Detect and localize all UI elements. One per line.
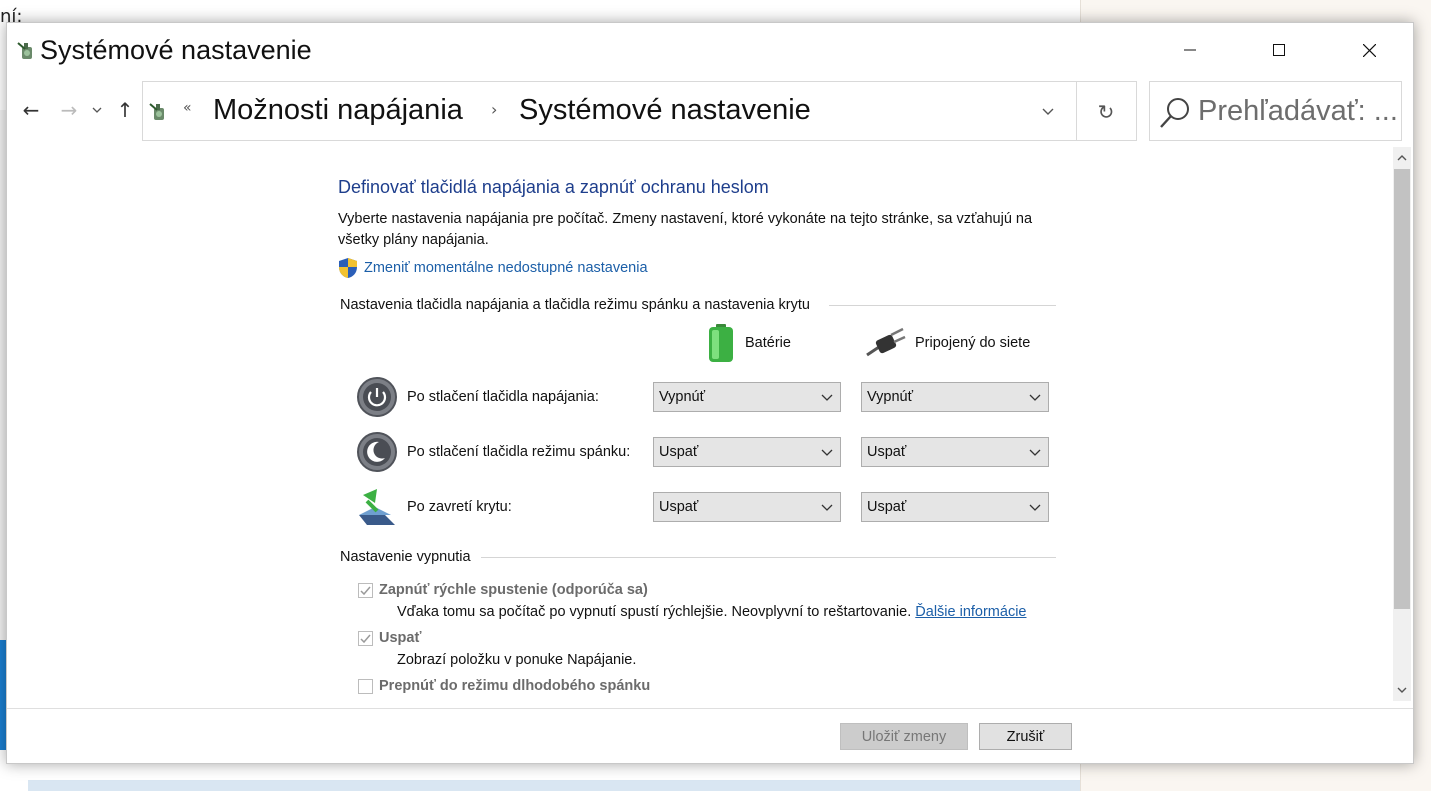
sleep-checkbox[interactable] bbox=[358, 630, 373, 646]
fast-startup-description: Vďaka tomu sa počítač po vypnutí spustí … bbox=[397, 604, 1027, 620]
power-button-battery-select[interactable]: Vypnúť bbox=[653, 382, 841, 412]
hibernate-option[interactable]: Prepnúť do režimu dlhodobého spánku bbox=[358, 678, 650, 694]
fast-startup-label: Zapnúť rýchle spustenie (odporúča sa) bbox=[379, 582, 648, 598]
sleep-button-label: Po stlačení tlačidla režimu spánku: bbox=[407, 444, 631, 460]
up-button[interactable]: ↑ bbox=[111, 95, 139, 125]
power-plug-icon bbox=[866, 327, 906, 357]
shutdown-group-title: Nastavenie vypnutia bbox=[340, 549, 471, 565]
recent-locations-button[interactable] bbox=[87, 95, 107, 125]
chevron-down-icon bbox=[1029, 504, 1041, 511]
save-changes-button[interactable]: Uložiť zmeny bbox=[840, 723, 968, 750]
search-input[interactable] bbox=[1198, 92, 1398, 130]
chevron-down-icon bbox=[1029, 449, 1041, 456]
sleep-option-label: Uspať bbox=[379, 630, 422, 646]
select-value: Uspať bbox=[659, 444, 699, 460]
battery-column-label: Batérie bbox=[745, 335, 791, 351]
chevron-down-icon bbox=[92, 107, 102, 113]
chevron-down-icon bbox=[821, 504, 833, 511]
plugged-column-label: Pripojený do siete bbox=[915, 335, 1031, 351]
navigation-bar: ← → ↑ « Možnosti napájania › Systémové n… bbox=[7, 79, 1413, 143]
battery-column-header: Batérie bbox=[705, 323, 791, 363]
change-unavailable-settings-link[interactable]: Zmeniť momentálne nedostupné nastavenia bbox=[338, 257, 648, 279]
hibernate-option-label: Prepnúť do režimu dlhodobého spánku bbox=[379, 678, 651, 694]
select-value: Vypnúť bbox=[659, 389, 706, 405]
power-options-icon bbox=[149, 103, 164, 120]
lid-close-battery-select[interactable]: Uspať bbox=[653, 492, 841, 522]
chevron-down-icon bbox=[821, 394, 833, 401]
power-button-row: Po stlačení tlačidla napájania: bbox=[355, 375, 599, 419]
minimize-button[interactable] bbox=[1167, 31, 1213, 69]
laptop-lid-icon bbox=[359, 489, 395, 525]
page-description: Vyberte nastavenia napájania pre počítač… bbox=[338, 211, 1033, 248]
breadcrumb-overflow[interactable]: « bbox=[183, 100, 192, 116]
close-icon bbox=[1362, 43, 1376, 57]
forward-button[interactable]: → bbox=[55, 95, 83, 125]
breadcrumb-separator[interactable]: › bbox=[491, 100, 497, 119]
more-info-link[interactable]: Ďalšie informácie bbox=[915, 604, 1026, 620]
address-bar[interactable]: « Možnosti napájania › Systémové nastave… bbox=[142, 81, 1137, 141]
cancel-button[interactable]: Zrušiť bbox=[979, 723, 1072, 750]
lid-close-label: Po zavretí krytu: bbox=[407, 499, 512, 515]
select-value: Uspať bbox=[867, 499, 907, 515]
scrollbar-thumb[interactable] bbox=[1394, 169, 1410, 609]
address-divider bbox=[1076, 82, 1077, 140]
checkmark-icon bbox=[360, 586, 371, 595]
close-button[interactable] bbox=[1346, 31, 1392, 69]
hibernate-checkbox[interactable] bbox=[358, 678, 373, 694]
sleep-button-battery-select[interactable]: Uspať bbox=[653, 437, 841, 467]
minimize-icon bbox=[1184, 49, 1196, 51]
chevron-up-icon bbox=[1397, 155, 1407, 161]
background-bottom-strip bbox=[28, 780, 1080, 791]
sleep-option-description: Zobrazí položku v ponuke Napájanie. bbox=[397, 652, 637, 668]
group-divider bbox=[829, 305, 1056, 306]
address-history-dropdown[interactable] bbox=[1033, 100, 1063, 124]
scroll-down-button[interactable] bbox=[1393, 679, 1411, 701]
chevron-down-icon bbox=[1042, 108, 1054, 115]
lid-close-plugged-select[interactable]: Uspať bbox=[861, 492, 1049, 522]
breadcrumb-power-options[interactable]: Možnosti napájania bbox=[213, 94, 463, 127]
uac-shield-icon bbox=[339, 258, 357, 278]
breadcrumb-system-settings[interactable]: Systémové nastavenie bbox=[519, 94, 811, 127]
select-value: Vypnúť bbox=[867, 389, 914, 405]
scroll-up-button[interactable] bbox=[1393, 147, 1411, 169]
fast-startup-checkbox[interactable] bbox=[358, 582, 373, 598]
settings-content: Definovať tlačidlá napájania a zapnúť oc… bbox=[7, 147, 1393, 703]
lid-close-row: Po zavretí krytu: bbox=[355, 485, 512, 529]
maximize-icon bbox=[1273, 44, 1285, 56]
checkmark-icon bbox=[360, 634, 371, 643]
buttons-group-title: Nastavenia tlačidla napájania a tlačidla… bbox=[340, 297, 810, 313]
maximize-button[interactable] bbox=[1256, 31, 1302, 69]
select-value: Uspať bbox=[867, 444, 907, 460]
back-button[interactable]: ← bbox=[17, 95, 45, 125]
chevron-down-icon bbox=[1397, 687, 1407, 693]
search-icon bbox=[1160, 98, 1189, 128]
title-bar: Systémové nastavenie bbox=[7, 23, 1413, 79]
power-button-icon bbox=[357, 377, 397, 417]
system-settings-window: Systémové nastavenie ← → ↑ « Možnosti na… bbox=[6, 22, 1414, 764]
chevron-down-icon bbox=[1029, 394, 1041, 401]
power-options-icon bbox=[17, 42, 32, 59]
sleep-button-icon bbox=[357, 432, 397, 472]
sleep-option[interactable]: Uspať bbox=[358, 630, 421, 646]
refresh-button[interactable]: ↻ bbox=[1091, 98, 1121, 126]
fast-startup-desc-text: Vďaka tomu sa počítač po vypnutí spustí … bbox=[397, 604, 912, 620]
window-title: Systémové nastavenie bbox=[40, 35, 312, 65]
fast-startup-option[interactable]: Zapnúť rýchle spustenie (odporúča sa) bbox=[358, 582, 648, 598]
power-button-label: Po stlačení tlačidla napájania: bbox=[407, 389, 599, 405]
power-button-plugged-select[interactable]: Vypnúť bbox=[861, 382, 1049, 412]
plugged-column-header: Pripojený do siete bbox=[865, 325, 1030, 361]
select-value: Uspať bbox=[659, 499, 699, 515]
battery-icon bbox=[709, 324, 733, 362]
group-divider bbox=[481, 557, 1056, 558]
sleep-button-plugged-select[interactable]: Uspať bbox=[861, 437, 1049, 467]
sleep-button-row: Po stlačení tlačidla režimu spánku: bbox=[355, 430, 630, 474]
search-box[interactable] bbox=[1149, 81, 1402, 141]
page-heading: Definovať tlačidlá napájania a zapnúť oc… bbox=[338, 177, 769, 197]
chevron-down-icon bbox=[821, 449, 833, 456]
vertical-scrollbar[interactable] bbox=[1393, 147, 1411, 701]
change-settings-link-text[interactable]: Zmeniť momentálne nedostupné nastavenia bbox=[364, 260, 648, 276]
footer-divider bbox=[7, 708, 1413, 709]
